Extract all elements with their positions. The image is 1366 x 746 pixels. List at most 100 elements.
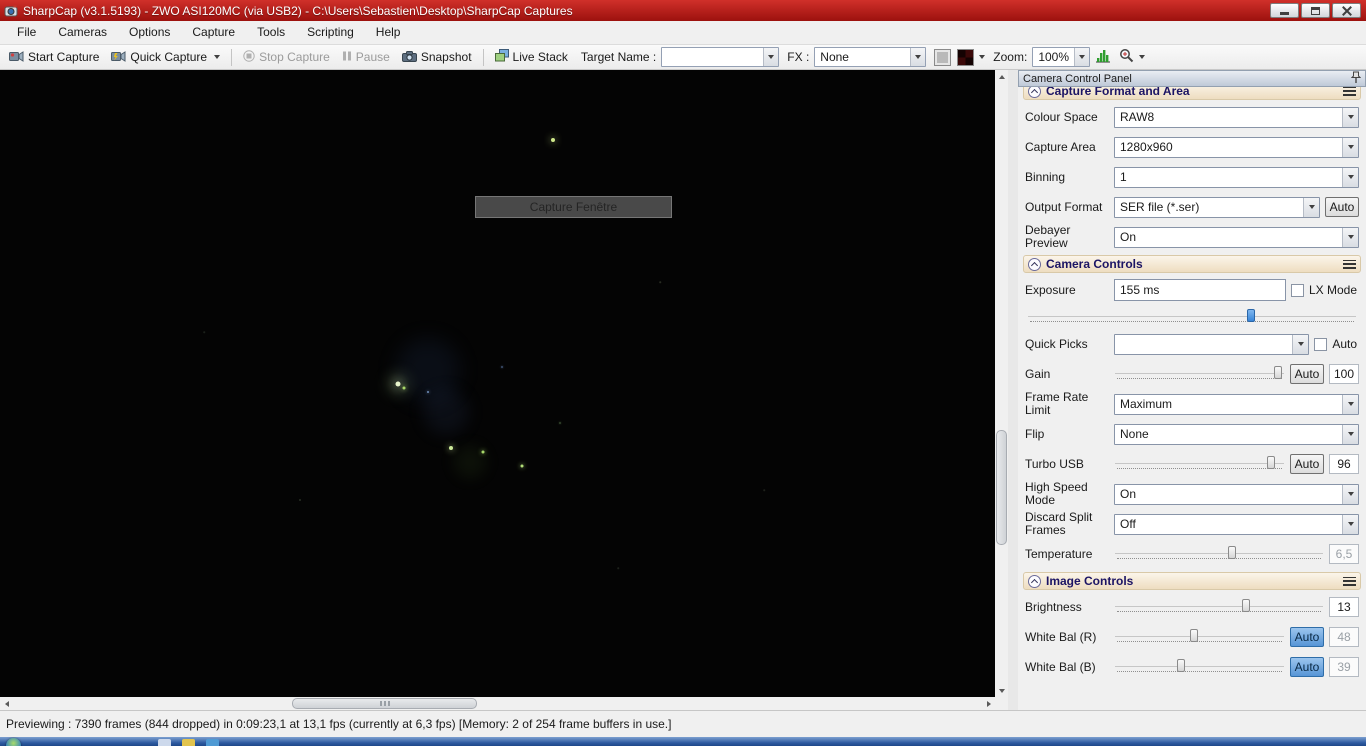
brightness-value[interactable]: 13 [1329,597,1359,617]
taskbar-app-icon[interactable] [182,739,195,746]
star-field [0,70,995,697]
white-bal-b-slider[interactable] [1114,658,1285,676]
histogram-button[interactable] [1092,47,1114,68]
gain-value[interactable]: 100 [1329,364,1359,384]
taskbar-app-icon[interactable] [206,739,219,746]
section-menu-icon[interactable] [1343,87,1356,96]
turbo-usb-row: Turbo USB Auto 96 [1023,449,1361,479]
capture-area-dropdown[interactable]: 1280x960 [1114,136,1359,158]
scroll-down-button[interactable] [995,684,1008,697]
section-capture-format[interactable]: Capture Format and Area [1023,87,1361,100]
zoom-dropdown[interactable]: 100% [1032,47,1091,67]
menu-file[interactable]: File [6,21,47,44]
white-bal-b-auto-button[interactable]: Auto [1290,657,1324,677]
star [501,366,503,368]
slider-ticks [1117,611,1321,612]
section-menu-icon[interactable] [1343,259,1356,269]
brightness-slider[interactable] [1114,598,1324,616]
quick-capture-button[interactable]: Quick Capture [106,48,225,67]
pin-icon[interactable] [1350,71,1362,87]
chevron-down-icon [1342,137,1358,157]
scroll-right-button[interactable] [982,697,995,710]
colour-swatch-button[interactable] [957,48,975,66]
section-menu-icon[interactable] [1343,576,1356,586]
section-image-controls[interactable]: Image Controls [1023,572,1361,590]
chevron-down-icon[interactable] [979,55,986,59]
brightness-slider-handle[interactable] [1242,599,1251,612]
chevron-down-icon[interactable] [763,48,779,66]
gain-slider[interactable] [1114,365,1285,383]
zoom-tool-button[interactable] [1116,46,1148,68]
section-title: Camera Controls [1046,257,1143,271]
turbo-usb-auto-button[interactable]: Auto [1290,454,1324,474]
white-bal-r-slider[interactable] [1114,628,1285,646]
section-title: Image Controls [1046,574,1134,588]
vertical-scrollbar[interactable] [995,70,1008,697]
snapshot-button[interactable]: Snapshot [397,48,477,67]
exposure-slider[interactable] [1027,308,1357,326]
maximize-button[interactable] [1301,3,1330,18]
chevron-down-icon[interactable] [910,48,926,66]
stop-capture-icon [243,49,255,65]
menu-options[interactable]: Options [118,21,181,44]
colour-space-dropdown[interactable]: RAW8 [1114,106,1359,128]
section-camera-controls[interactable]: Camera Controls [1023,255,1361,273]
panel-body: Capture Format and Area Colour Space RAW… [1018,87,1366,710]
output-format-auto-button[interactable]: Auto [1325,197,1359,217]
menu-tools[interactable]: Tools [246,21,296,44]
menu-capture[interactable]: Capture [181,21,246,44]
scroll-up-button[interactable] [995,70,1008,83]
frame-rate-limit-label: Frame Rate Limit [1025,390,1089,417]
display-swatch-button[interactable] [934,48,952,66]
taskbar-icons [158,739,219,746]
preview-canvas[interactable]: Capture Fenêtre [0,70,995,697]
chevron-down-icon[interactable] [1139,55,1146,59]
flip-dropdown[interactable]: None [1114,423,1359,445]
gain-auto-button[interactable]: Auto [1290,364,1324,384]
high-speed-mode-dropdown[interactable]: On [1114,483,1359,505]
quick-picks-label: Quick Picks [1025,336,1088,351]
taskbar-app-icon[interactable] [158,739,171,746]
magnifier-icon [1119,48,1134,66]
toolbar-separator [231,48,233,66]
gain-slider-handle[interactable] [1274,366,1283,379]
turbo-usb-slider-handle[interactable] [1267,456,1276,469]
fx-dropdown[interactable]: None [814,47,927,67]
exposure-slider-handle[interactable] [1247,309,1256,322]
start-capture-button[interactable]: Start Capture [4,48,104,67]
close-button[interactable] [1332,3,1361,18]
chevron-down-icon[interactable] [1074,48,1090,66]
white-bal-r-auto-button[interactable]: Auto [1290,627,1324,647]
live-stack-button[interactable]: Live Stack [490,47,573,67]
collapse-icon[interactable] [1028,257,1041,271]
scroll-left-button[interactable] [0,697,13,710]
quick-picks-dropdown[interactable] [1114,333,1310,355]
live-stack-icon [494,49,509,65]
exposure-auto-checkbox[interactable] [1314,337,1328,351]
turbo-usb-slider[interactable] [1114,455,1285,473]
lx-mode-checkbox[interactable] [1290,283,1304,297]
frame-rate-limit-dropdown[interactable]: Maximum [1114,393,1359,415]
debayer-preview-dropdown[interactable]: On [1114,226,1359,248]
binning-dropdown[interactable]: 1 [1114,166,1359,188]
horizontal-scrollbar[interactable] [0,697,995,710]
turbo-usb-value[interactable]: 96 [1329,454,1359,474]
output-format-dropdown[interactable]: SER file (*.ser) [1114,196,1320,218]
panel-title: Camera Control Panel [1023,72,1132,85]
collapse-icon[interactable] [1028,574,1041,588]
target-name-input[interactable] [661,47,780,67]
menu-scripting[interactable]: Scripting [296,21,365,44]
collapse-icon[interactable] [1028,87,1041,98]
white-bal-b-slider-handle[interactable] [1176,659,1185,672]
quick-capture-icon [111,50,126,65]
menu-cameras[interactable]: Cameras [47,21,118,44]
menu-help[interactable]: Help [365,21,412,44]
minimize-button[interactable] [1270,3,1299,18]
white-bal-r-slider-handle[interactable] [1190,629,1199,642]
discard-split-frames-dropdown[interactable]: Off [1114,513,1359,535]
section-title: Capture Format and Area [1046,87,1190,98]
start-button[interactable] [6,738,21,746]
exposure-input[interactable]: 155 ms [1114,279,1286,301]
vertical-scroll-thumb[interactable] [996,430,1007,545]
horizontal-scroll-thumb[interactable] [292,698,477,709]
